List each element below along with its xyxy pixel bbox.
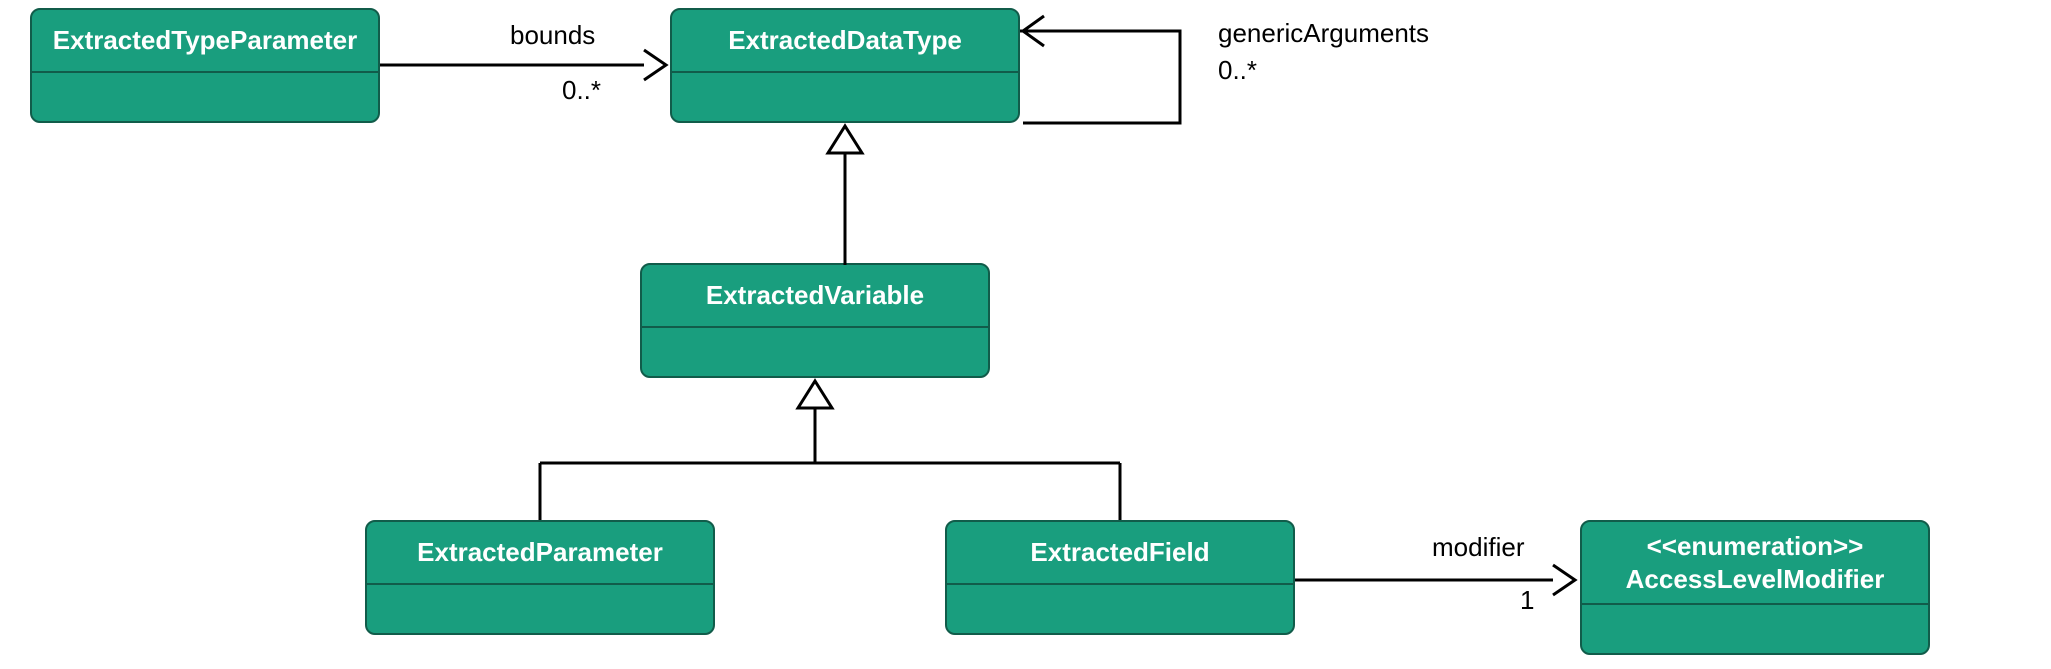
assoc-generic-arguments [1020, 15, 1220, 145]
class-extracted-field: ExtractedField [945, 520, 1295, 635]
class-body [642, 328, 988, 378]
class-body [32, 73, 378, 123]
class-title: ExtractedField [947, 522, 1293, 585]
class-name: AccessLevelModifier [1626, 564, 1885, 594]
assoc-modifier [1295, 558, 1580, 618]
class-title: ExtractedVariable [642, 265, 988, 328]
class-extracted-parameter: ExtractedParameter [365, 520, 715, 635]
class-title: <<enumeration>> AccessLevelModifier [1582, 522, 1928, 605]
gen-variable-to-datatype [800, 123, 880, 263]
class-stereotype: <<enumeration>> [1590, 530, 1920, 563]
class-title: ExtractedParameter [367, 522, 713, 585]
assoc-bounds-multiplicity: 0..* [562, 75, 601, 106]
class-body [367, 585, 713, 635]
class-extracted-data-type: ExtractedDataType [670, 8, 1020, 123]
class-body [1582, 605, 1928, 655]
assoc-modifier-label: modifier [1432, 532, 1524, 563]
gen-children-to-variable [500, 378, 1160, 528]
class-extracted-type-parameter: ExtractedTypeParameter [30, 8, 380, 123]
class-title: ExtractedTypeParameter [32, 10, 378, 73]
assoc-generic-multiplicity: 0..* [1218, 55, 1257, 86]
class-title: ExtractedDataType [672, 10, 1018, 73]
class-access-level-modifier: <<enumeration>> AccessLevelModifier [1580, 520, 1930, 655]
assoc-generic-label: genericArguments [1218, 18, 1429, 49]
class-body [947, 585, 1293, 635]
assoc-bounds-label: bounds [510, 20, 595, 51]
class-extracted-variable: ExtractedVariable [640, 263, 990, 378]
class-body [672, 73, 1018, 123]
assoc-modifier-multiplicity: 1 [1520, 585, 1534, 616]
